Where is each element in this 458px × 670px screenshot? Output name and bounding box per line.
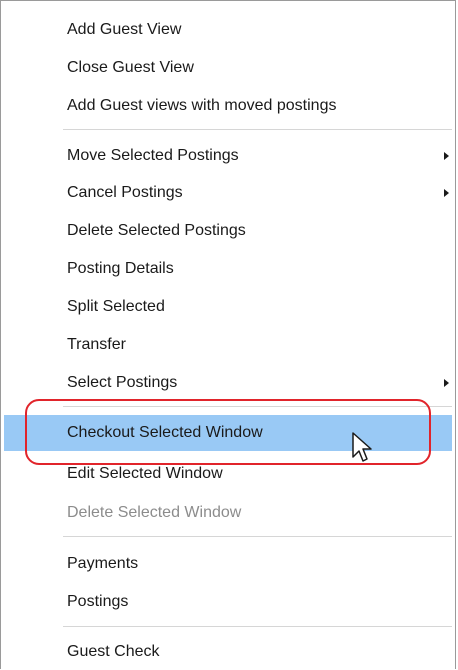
menu-item-payments[interactable]: Payments [4,546,452,582]
menu-item-label: Close Guest View [67,59,194,76]
context-menu: Add Guest View Close Guest View Add Gues… [0,0,456,669]
menu-item-select-postings[interactable]: Select Postings [4,365,452,401]
menu-item-label: Postings [67,593,129,610]
menu-item-postings[interactable]: Postings [4,584,452,620]
menu-item-add-guest-views-moved-postings[interactable]: Add Guest views with moved postings [4,88,452,124]
menu-item-label: Add Guest View [67,21,182,38]
chevron-right-icon [444,379,449,387]
menu-item-label: Delete Selected Window [67,504,242,521]
chevron-right-icon [444,152,449,160]
menu-item-split-selected[interactable]: Split Selected [4,289,452,325]
menu-item-label: Split Selected [67,298,165,315]
menu-item-label: Move Selected Postings [67,147,239,164]
menu-item-delete-selected-postings[interactable]: Delete Selected Postings [4,213,452,249]
menu-item-label: Guest Check [67,643,160,660]
menu-item-add-guest-view[interactable]: Add Guest View [4,12,452,48]
menu-item-label: Add Guest views with moved postings [67,97,337,114]
menu-separator [63,129,452,130]
menu-item-close-guest-view[interactable]: Close Guest View [4,50,452,86]
menu-item-label: Cancel Postings [67,184,183,201]
menu-item-label: Payments [67,555,139,572]
menu-item-edit-selected-window[interactable]: Edit Selected Window [4,456,452,492]
menu-item-label: Posting Details [67,260,174,277]
menu-item-checkout-selected-window[interactable]: Checkout Selected Window [4,415,452,451]
menu-item-delete-selected-window: Delete Selected Window [4,495,452,531]
chevron-right-icon [444,189,449,197]
menu-item-guest-check[interactable]: Guest Check [4,634,452,670]
menu-item-label: Checkout Selected Window [67,424,263,441]
menu-item-move-selected-postings[interactable]: Move Selected Postings [4,138,452,174]
menu-item-posting-details[interactable]: Posting Details [4,251,452,287]
menu-separator [63,626,452,627]
menu-item-transfer[interactable]: Transfer [4,327,452,363]
menu-item-label: Edit Selected Window [67,465,223,482]
menu-separator [63,406,452,407]
menu-item-label: Delete Selected Postings [67,222,246,239]
menu-item-label: Transfer [67,336,126,353]
menu-item-label: Select Postings [67,374,178,391]
menu-item-cancel-postings[interactable]: Cancel Postings [4,175,452,211]
menu-separator [63,536,452,537]
